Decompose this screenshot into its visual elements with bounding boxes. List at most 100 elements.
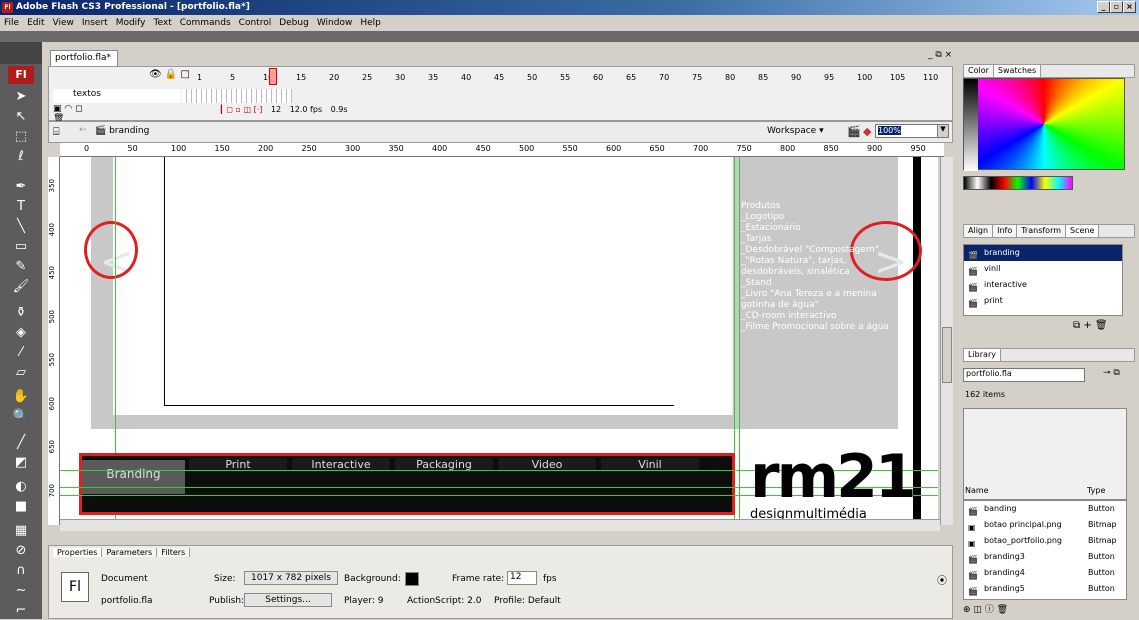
doc-window-controls[interactable]: _ ⧉ × [928,50,952,60]
tab-properties[interactable]: Properties [53,548,103,557]
tab-color[interactable]: Color [964,65,994,77]
default-colors-icon[interactable]: ◐ [10,478,32,496]
pencil-tool-icon[interactable]: ✎ [10,258,32,276]
menu-modify[interactable]: Modify [116,18,146,28]
edit-scene-icon[interactable]: 🎬 [847,125,861,138]
layer-tools[interactable]: ▣ ◠ ◻ 🗑 [53,104,93,124]
tools-panel: Fl ➤ ↖ ⬚ ℓ ✒ T ╲ ▭ ✎ 🖌 ⚱ ◈ ⁄ ▱ ✋ 🔍 ╱ ◩ ◐… [0,42,42,619]
frame-number: 1 [197,73,203,82]
menu-window[interactable]: Window [317,18,353,28]
ruler-label: 550 [48,353,56,367]
menu-debug[interactable]: Debug [279,18,309,28]
scene-buttons[interactable]: ⧉ + 🗑 [1073,320,1108,331]
menu-bar: File Edit View Insert Modify Text Commands Cont… [0,15,1139,31]
line-tool-icon[interactable]: ╲ [10,218,32,236]
menu-text[interactable]: Text [154,18,172,28]
frame-rate-input[interactable]: 12 [507,571,537,585]
gradient-swatches[interactable] [963,176,1073,190]
scene-breadcrumb[interactable]: 🎬 branding [95,126,149,136]
zoom-dropdown-icon[interactable]: ▼ [937,124,949,138]
layer-row[interactable]: textos [53,89,181,103]
workspace-menu[interactable]: Workspace ▾ [767,126,824,136]
subselection-tool-icon[interactable]: ↖ [10,108,32,126]
scene-list: 🎬 branding 🎬 vinil 🎬 interactive 🎬 print [963,244,1123,316]
menu-view[interactable]: View [53,18,74,28]
help-icon[interactable]: ⦿ [937,572,947,587]
library-item[interactable]: 🎬 branding3 Button [964,549,1126,565]
menu-edit[interactable]: Edit [27,18,44,28]
free-transform-tool-icon[interactable]: ⬚ [10,128,32,146]
timeline-toggle-icon[interactable]: ⌸ [53,125,60,139]
restore-button[interactable]: ▫ [1110,1,1123,13]
zoom-tool-icon[interactable]: 🔍 [10,408,32,426]
col-type[interactable]: Type [1087,484,1105,498]
library-file-select[interactable]: portfolio.fla [963,368,1085,382]
background-color-swatch[interactable] [405,572,419,586]
library-item[interactable]: 🎬 branding5 Button [964,581,1126,597]
background-label: Background: [344,574,401,584]
frame-number: 25 [362,73,373,82]
tab-filters[interactable]: Filters [157,548,191,557]
ink-bottle-tool-icon[interactable]: ⚱ [10,304,32,322]
nav-branding[interactable]: Branding [82,460,185,494]
library-item[interactable]: ▣ botao principal.png Bitmap [964,517,1126,533]
library-pin-icons[interactable]: ⊸ ⧉ [1103,368,1120,378]
rectangle-tool-icon[interactable]: ▭ [10,238,32,256]
col-name[interactable]: Name [965,486,989,495]
layer-frames[interactable] [182,89,292,103]
eraser-tool-icon[interactable]: ▱ [10,364,32,382]
pen-tool-icon[interactable]: ✒ [10,178,32,196]
swap-colors-icon[interactable]: ■ [10,498,32,516]
close-button[interactable]: × [1123,1,1136,13]
menu-help[interactable]: Help [360,18,381,28]
tab-library[interactable]: Library [964,349,1001,361]
size-button[interactable]: 1017 x 782 pixels [244,571,338,585]
flash-logo: Fl [8,66,34,84]
tab-parameters[interactable]: Parameters [102,548,158,557]
menu-file[interactable]: File [4,18,19,28]
tab-info[interactable]: Info [993,225,1018,237]
library-item[interactable]: ▣ botao_portfolio.png Bitmap [964,533,1126,549]
minimize-button[interactable]: _ [1097,1,1110,13]
magnet-icon[interactable]: ∩ [10,562,32,580]
hand-tool-icon[interactable]: ✋ [10,388,32,406]
straighten-icon[interactable]: ⌐ [10,602,32,620]
scene-item[interactable]: 🎬 branding [964,245,1122,261]
scene-item[interactable]: 🎬 print [964,293,1122,309]
library-bottom-buttons[interactable]: ⊕ ◫ ⓘ 🗑 [963,602,1008,615]
scene-item[interactable]: 🎬 interactive [964,277,1122,293]
paint-bucket-tool-icon[interactable]: ◈ [10,324,32,342]
selection-tool-icon[interactable]: ➤ [10,88,32,106]
tab-transform[interactable]: Transform [1017,225,1067,237]
document-tab[interactable]: portfolio.fla* [50,50,118,66]
layer-visibility-icons[interactable]: 👁 🔒 □ [149,69,190,80]
smooth-icon[interactable]: ∼ [10,582,32,600]
library-item[interactable]: 🎬 banding Button [964,501,1126,517]
text-tool-icon[interactable]: T [10,198,32,216]
stage-horizontal-scrollbar[interactable] [60,519,940,531]
stage-vertical-scrollbar[interactable] [940,157,953,525]
tab-swatches[interactable]: Swatches [993,65,1042,77]
tab-scene[interactable]: Scene [1066,225,1100,237]
no-color-icon[interactable]: ⊘ [10,542,32,560]
back-arrow-icon[interactable]: ← [79,125,87,135]
swatch-grid[interactable] [963,78,1125,171]
edit-symbol-icon[interactable]: ◆ [863,125,871,138]
eyedropper-tool-icon[interactable]: ⁄ [10,344,32,362]
lasso-tool-icon[interactable]: ℓ [10,148,32,166]
document-icon: Fl [61,572,89,602]
tab-align[interactable]: Align [964,225,994,237]
library-item[interactable]: 🎬 branding4 Button [964,565,1126,581]
menu-insert[interactable]: Insert [82,18,108,28]
menu-control[interactable]: Control [239,18,272,28]
settings-button[interactable]: Settings... [244,593,332,607]
actionscript-version: ActionScript: 2.0 [407,596,482,606]
menu-commands[interactable]: Commands [180,18,231,28]
scene-item[interactable]: 🎬 vinil [964,261,1122,277]
stroke-color-icon[interactable]: ╱ [10,434,32,452]
stage[interactable]: < > Produtos _Logotipo _Estacionário _Ta… [60,157,938,519]
playhead[interactable] [269,68,277,85]
brush-tool-icon[interactable]: 🖌 [10,278,32,296]
fill-color-icon[interactable]: ◩ [10,454,32,472]
snap-icon[interactable]: ▦ [10,522,32,540]
